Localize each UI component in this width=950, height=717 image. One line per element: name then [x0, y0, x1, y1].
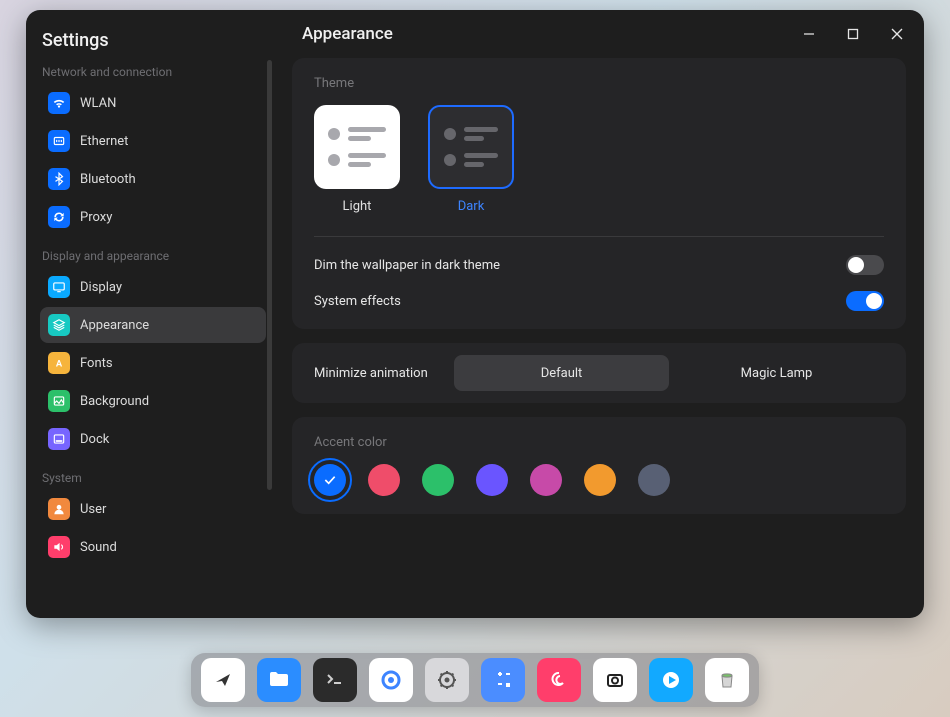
sidebar-item-label: Display	[80, 280, 122, 295]
page-title: Appearance	[302, 24, 393, 44]
sidebar-item-label: WLAN	[80, 96, 116, 111]
accent-color-orange[interactable]	[584, 464, 616, 496]
user-icon	[48, 498, 70, 520]
minimize-button[interactable]	[792, 17, 826, 51]
dock-app-launcher[interactable]	[201, 658, 245, 702]
minimize-panel: Minimize animation Default Magic Lamp	[292, 343, 906, 403]
theme-option-dark[interactable]: Dark	[428, 105, 514, 214]
window-controls	[792, 17, 914, 51]
toggle-label: System effects	[314, 294, 401, 309]
sidebar-item-fonts[interactable]: A Fonts	[40, 345, 266, 381]
sidebar-item-label: User	[80, 502, 106, 517]
sidebar-item-label: Ethernet	[80, 134, 128, 149]
toggle-system-effects-row: System effects	[314, 291, 884, 311]
minimize-segmented: Default Magic Lamp	[454, 355, 884, 391]
dock-app-terminal[interactable]	[313, 658, 357, 702]
settings-window: Settings Network and connection WLAN Eth…	[26, 10, 924, 618]
minimize-label: Minimize animation	[314, 366, 454, 381]
sound-icon	[48, 536, 70, 558]
theme-card-dark	[428, 105, 514, 189]
maximize-button[interactable]	[836, 17, 870, 51]
dock-app-debian[interactable]	[537, 658, 581, 702]
sidebar-item-proxy[interactable]: Proxy	[40, 199, 266, 235]
bluetooth-icon	[48, 168, 70, 190]
sidebar-item-wlan[interactable]: WLAN	[40, 85, 266, 121]
toggle-dim-wallpaper-row: Dim the wallpaper in dark theme	[314, 255, 884, 275]
app-title: Settings	[42, 30, 266, 51]
theme-options: Light Dark	[314, 105, 884, 214]
ethernet-icon	[48, 130, 70, 152]
sidebar-item-dock[interactable]: Dock	[40, 421, 266, 457]
wifi-icon	[48, 92, 70, 114]
accent-color-green[interactable]	[422, 464, 454, 496]
theme-option-label: Dark	[458, 199, 485, 214]
sidebar-item-ethernet[interactable]: Ethernet	[40, 123, 266, 159]
monitor-icon	[48, 276, 70, 298]
sidebar-item-display[interactable]: Display	[40, 269, 266, 305]
dock	[191, 653, 759, 707]
accent-color-blue[interactable]	[314, 464, 346, 496]
sidebar-item-label: Dock	[80, 432, 109, 447]
dock-app-settings[interactable]	[425, 658, 469, 702]
divider	[314, 236, 884, 237]
accent-color-purple[interactable]	[476, 464, 508, 496]
dock-app-browser[interactable]	[369, 658, 413, 702]
sidebar-item-appearance[interactable]: Appearance	[40, 307, 266, 343]
layers-icon	[48, 314, 70, 336]
svg-text:A: A	[56, 359, 63, 370]
dock-icon	[48, 428, 70, 450]
sidebar: Settings Network and connection WLAN Eth…	[26, 10, 274, 618]
image-icon	[48, 390, 70, 412]
dock-app-calculator[interactable]	[481, 658, 525, 702]
main-pane: Appearance Theme Light	[274, 10, 924, 618]
dock-app-screenshot[interactable]	[593, 658, 637, 702]
sidebar-item-sound[interactable]: Sound	[40, 529, 266, 565]
sidebar-item-bluetooth[interactable]: Bluetooth	[40, 161, 266, 197]
accent-colors	[314, 464, 884, 496]
sidebar-item-label: Fonts	[80, 356, 113, 371]
sidebar-item-label: Bluetooth	[80, 172, 136, 187]
accent-color-pink[interactable]	[368, 464, 400, 496]
sidebar-item-label: Sound	[80, 540, 117, 555]
toggle-system-effects[interactable]	[846, 291, 884, 311]
sidebar-item-label: Proxy	[80, 210, 112, 225]
theme-panel: Theme Light Dark	[292, 58, 906, 329]
sidebar-item-user[interactable]: User	[40, 491, 266, 527]
toggle-label: Dim the wallpaper in dark theme	[314, 258, 500, 273]
theme-option-light[interactable]: Light	[314, 105, 400, 214]
section-display-label: Display and appearance	[42, 249, 266, 263]
sidebar-item-label: Background	[80, 394, 149, 409]
minimize-option-default[interactable]: Default	[454, 355, 669, 391]
dock-app-files[interactable]	[257, 658, 301, 702]
section-system-label: System	[42, 471, 266, 485]
sidebar-item-label: Appearance	[80, 318, 149, 333]
sidebar-scrollbar[interactable]	[267, 60, 272, 490]
close-button[interactable]	[880, 17, 914, 51]
accent-color-magenta[interactable]	[530, 464, 562, 496]
accent-panel: Accent color	[292, 417, 906, 514]
theme-card-light	[314, 105, 400, 189]
sidebar-item-background[interactable]: Background	[40, 383, 266, 419]
section-network-label: Network and connection	[42, 65, 266, 79]
minimize-option-magiclamp[interactable]: Magic Lamp	[669, 355, 884, 391]
dock-app-trash[interactable]	[705, 658, 749, 702]
toggle-dim-wallpaper[interactable]	[846, 255, 884, 275]
titlebar: Appearance	[274, 10, 924, 58]
accent-color-slate[interactable]	[638, 464, 670, 496]
content: Theme Light Dark	[274, 58, 924, 618]
accent-label: Accent color	[314, 435, 884, 450]
font-icon: A	[48, 352, 70, 374]
theme-option-label: Light	[343, 199, 372, 214]
sync-icon	[48, 206, 70, 228]
dock-app-media[interactable]	[649, 658, 693, 702]
theme-label: Theme	[314, 76, 884, 91]
